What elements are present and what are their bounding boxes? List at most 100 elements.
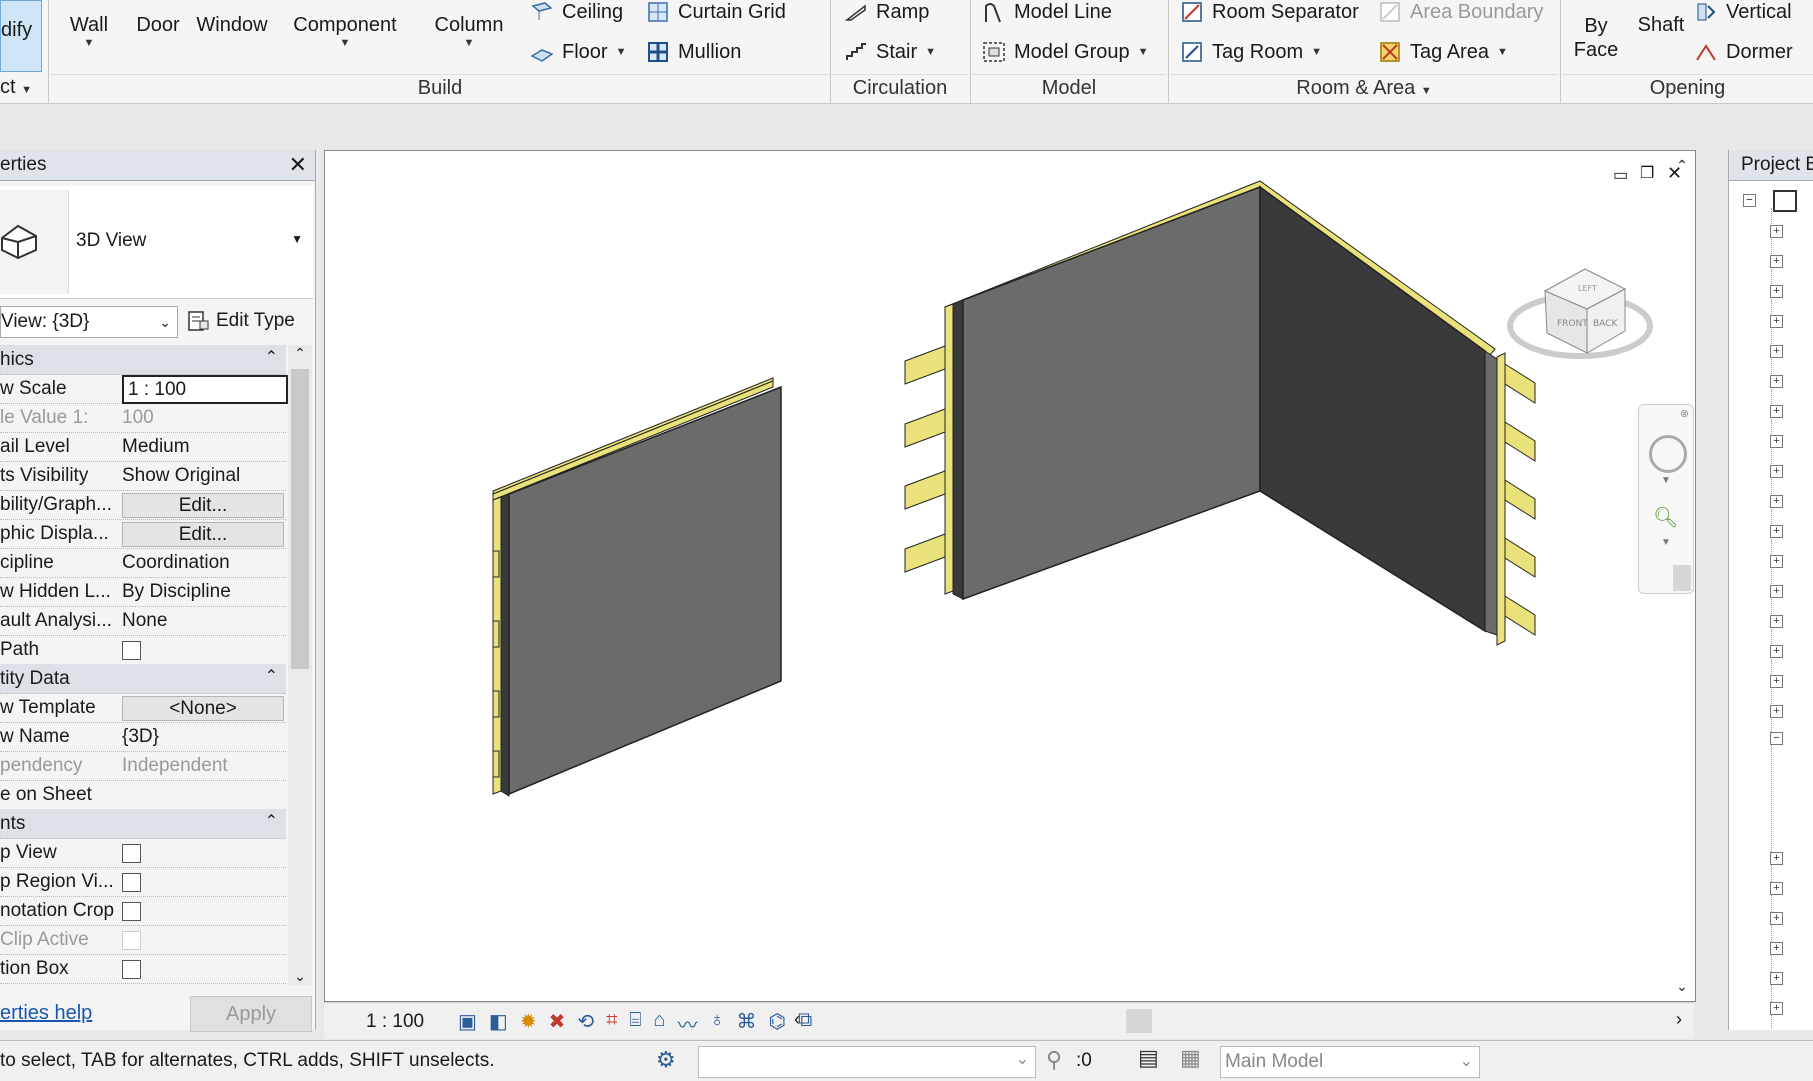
panel-build[interactable]: Build	[50, 74, 830, 101]
editable-only-icon[interactable]: ▤	[1138, 1045, 1159, 1071]
model-line-button[interactable]: Model Line	[982, 0, 1112, 24]
model-canvas[interactable]: LEFT FRONT BACK	[325, 151, 1695, 1001]
detail-level-icon[interactable]: ▣	[458, 1009, 477, 1038]
crop-view-icon[interactable]: ⌗	[606, 1009, 617, 1038]
curtain-grid-button[interactable]: Curtain Grid	[646, 0, 786, 24]
tree-expand-icon[interactable]: +	[1770, 555, 1783, 568]
wall-button[interactable]: Wall ▼	[64, 14, 114, 49]
scroll-up-icon[interactable]: ⌃	[1671, 157, 1693, 174]
close-icon[interactable]: ✕	[289, 150, 307, 180]
model-group-button[interactable]: Model Group ▼	[982, 40, 1149, 64]
temporary-view-icon[interactable]: ⌘	[736, 1009, 756, 1038]
tree-expand-icon[interactable]: +	[1770, 882, 1783, 895]
tree-expand-icon[interactable]: +	[1770, 1002, 1783, 1015]
view-scale-input[interactable]: 1 : 100	[122, 375, 288, 404]
scrollbar-thumb[interactable]	[1673, 565, 1691, 591]
row-title-on-sheet[interactable]: e on Sheet	[0, 780, 286, 810]
door-button[interactable]: Door	[134, 14, 182, 37]
component-button[interactable]: Component ▼	[290, 14, 400, 49]
sun-path-checkbox[interactable]	[122, 641, 141, 660]
tree-expand-icon[interactable]: +	[1770, 285, 1783, 298]
row-view-scale[interactable]: w Scale 1 : 100	[0, 374, 288, 404]
row-view-name[interactable]: w Name {3D}	[0, 722, 286, 752]
column-button[interactable]: Column ▼	[430, 14, 508, 49]
vertical-button[interactable]: Vertical	[1694, 0, 1792, 24]
panel-opening[interactable]: Opening	[1562, 74, 1813, 101]
panel-circulation[interactable]: Circulation	[832, 74, 968, 101]
group-graphics[interactable]: hics ⌃	[0, 345, 286, 375]
scroll-up-icon[interactable]: ⌃	[288, 345, 312, 365]
tree-expand-icon[interactable]: +	[1770, 942, 1783, 955]
properties-help-link[interactable]: erties help	[0, 1002, 92, 1025]
tree-expand-icon[interactable]: +	[1770, 255, 1783, 268]
tree-expand-icon[interactable]: +	[1770, 525, 1783, 538]
stair-button[interactable]: Stair ▼	[844, 40, 936, 64]
row-detail-level[interactable]: ail Level Medium	[0, 432, 286, 462]
3d-viewport[interactable]: LEFT FRONT BACK ▭ ❐ ✕ ⊗ ▼ 🔍︎ ▼ ⌃ ⌄	[324, 150, 1696, 1002]
view-scrollbar-vertical[interactable]: ⌃ ⌄	[1671, 151, 1693, 1001]
select-dropdown[interactable]: ct ▼	[0, 76, 32, 99]
tree-expand-icon[interactable]: +	[1770, 675, 1783, 688]
tag-area-button[interactable]: Tag Area ▼	[1378, 40, 1508, 64]
tree-expand-icon[interactable]: +	[1770, 615, 1783, 628]
row-parts-visibility[interactable]: ts Visibility Show Original	[0, 461, 286, 491]
tree-collapse-icon[interactable]: −	[1770, 732, 1783, 745]
chevron-down-icon[interactable]: ▼	[1661, 475, 1671, 486]
dormer-button[interactable]: Dormer	[1694, 40, 1793, 64]
mullion-button[interactable]: Mullion	[646, 40, 741, 64]
render-icon[interactable]: ⟲	[577, 1009, 594, 1038]
row-hidden-lines[interactable]: w Hidden L... By Discipline	[0, 577, 286, 607]
tree-expand-icon[interactable]: +	[1770, 315, 1783, 328]
apply-button[interactable]: Apply	[190, 996, 312, 1032]
design-option-dropdown[interactable]: Main Model ⌄	[1220, 1046, 1480, 1078]
minimize-icon[interactable]: ▭	[1613, 165, 1628, 185]
scrollbar-thumb[interactable]	[291, 369, 309, 669]
room-separator-button[interactable]: Room Separator	[1180, 0, 1359, 24]
tree-expand-icon[interactable]: +	[1770, 585, 1783, 598]
view-instance-dropdown[interactable]: View: {3D} ⌄	[0, 306, 178, 338]
row-default-analysis[interactable]: ault Analysi... None	[0, 606, 286, 636]
visibility-edit-button[interactable]: Edit...	[122, 493, 284, 518]
ramp-button[interactable]: Ramp	[844, 0, 929, 24]
type-selector[interactable]: 3D View ▼	[0, 186, 313, 299]
shaft-button[interactable]: Shaft	[1632, 14, 1690, 37]
tree-expand-icon[interactable]: +	[1770, 375, 1783, 388]
edit-type-button[interactable]: Edit Type	[186, 306, 310, 336]
shadows-icon[interactable]: ✖	[549, 1009, 566, 1038]
wall-single[interactable]	[492, 377, 782, 797]
by-face-button[interactable]: By Face	[1568, 14, 1624, 62]
collapse-icon[interactable]: ⌃	[265, 666, 278, 686]
unlock-view-icon[interactable]: ⌂	[653, 1009, 665, 1038]
scroll-down-icon[interactable]: ⌄	[1671, 978, 1693, 995]
group-identity-data[interactable]: tity Data ⌃	[0, 664, 286, 694]
worksets-icon[interactable]: ⚙	[656, 1047, 676, 1073]
wall-corner[interactable]	[904, 180, 1536, 646]
window-button[interactable]: Window	[194, 14, 270, 37]
analytical-model-icon[interactable]: ⌬	[768, 1009, 785, 1038]
crop-region-checkbox[interactable]	[122, 873, 141, 892]
panel-model[interactable]: Model	[972, 74, 1166, 101]
floor-button[interactable]: Floor ▼	[530, 40, 626, 64]
highlight-icon[interactable]: ⧉	[798, 1009, 812, 1038]
workset-dropdown[interactable]: ⌄	[698, 1046, 1036, 1078]
temporary-hide-icon[interactable]: 〰	[677, 1009, 697, 1038]
row-discipline[interactable]: cipline Coordination	[0, 548, 286, 578]
visual-style-icon[interactable]: ◧	[489, 1009, 508, 1038]
area-boundary-button[interactable]: Area Boundary	[1378, 0, 1543, 24]
show-crop-icon[interactable]: ⌸	[629, 1009, 641, 1038]
tree-expand-icon[interactable]: +	[1770, 852, 1783, 865]
chevron-down-icon[interactable]: ▼	[1661, 537, 1671, 548]
tree-expand-icon[interactable]: +	[1770, 435, 1783, 448]
reveal-hidden-icon[interactable]: ♁	[709, 1009, 724, 1038]
group-extents[interactable]: nts ⌃	[0, 809, 286, 839]
viewcube[interactable]: LEFT FRONT BACK	[1507, 268, 1653, 359]
annotation-crop-checkbox[interactable]	[122, 902, 141, 921]
properties-scrollbar[interactable]: ⌃ ⌄	[288, 345, 312, 985]
tree-expand-icon[interactable]: +	[1770, 705, 1783, 718]
tree-root-toggle[interactable]: −	[1743, 194, 1756, 207]
tree-expand-icon[interactable]: +	[1770, 405, 1783, 418]
tree-expand-icon[interactable]: +	[1770, 972, 1783, 985]
tree-expand-icon[interactable]: +	[1770, 495, 1783, 508]
tag-room-button[interactable]: Tag Room ▼	[1180, 40, 1322, 64]
crop-view-checkbox[interactable]	[122, 844, 141, 863]
